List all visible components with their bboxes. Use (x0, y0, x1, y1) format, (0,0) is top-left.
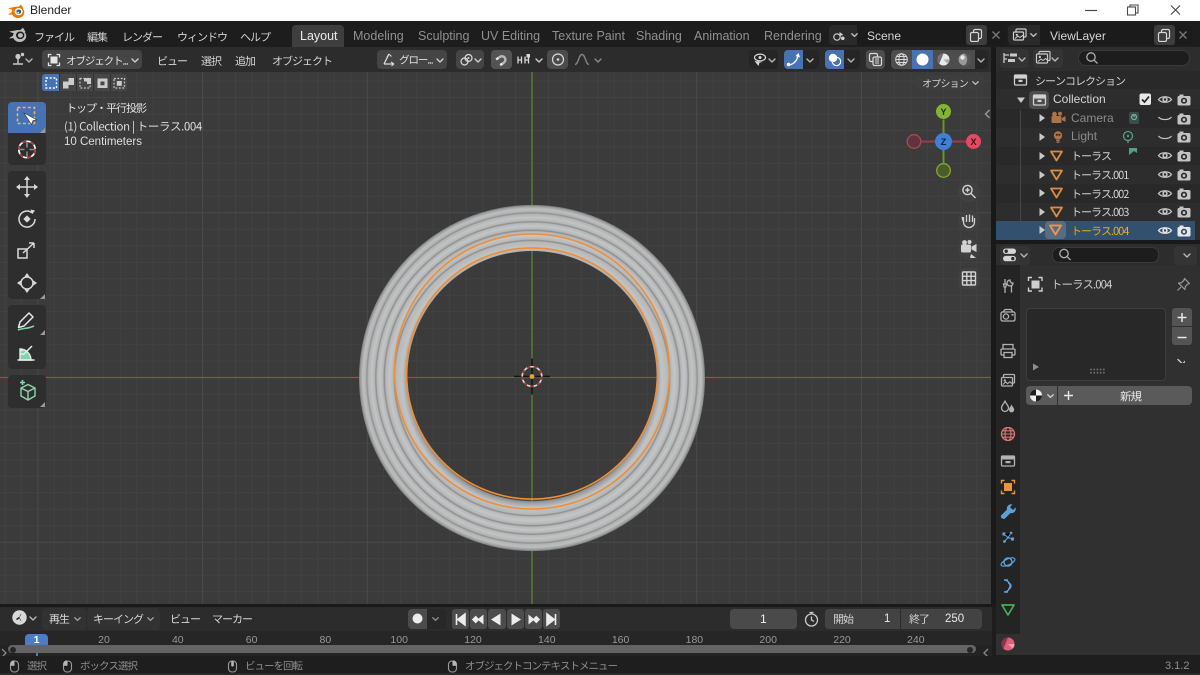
svg-text:Y: Y (940, 107, 946, 117)
svg-text:Z: Z (941, 137, 947, 147)
svg-text:X: X (970, 137, 976, 147)
